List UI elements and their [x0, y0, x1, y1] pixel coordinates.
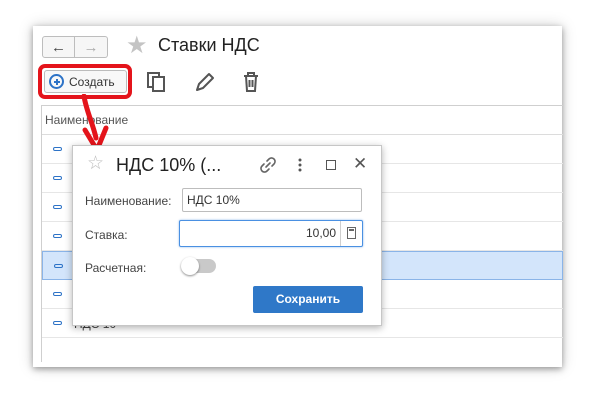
pencil-icon[interactable]	[193, 70, 215, 94]
calculated-label: Расчетная:	[85, 261, 147, 275]
row-item-icon	[53, 321, 62, 325]
back-button[interactable]: ←	[42, 36, 75, 58]
more-menu-icon[interactable]	[295, 156, 305, 174]
copy-icon[interactable]	[145, 70, 167, 94]
row-item-icon	[53, 292, 62, 296]
calculated-toggle[interactable]	[181, 257, 216, 275]
rate-field[interactable]: 10,00	[179, 220, 363, 247]
favorite-star-icon[interactable]: ☆	[87, 152, 104, 176]
save-button[interactable]: Сохранить	[253, 286, 363, 313]
row-item-icon	[53, 147, 62, 151]
toggle-knob	[181, 257, 199, 275]
page-title: Ставки НДС	[158, 35, 260, 55]
rate-value: 10,00	[305, 226, 336, 240]
column-header-name[interactable]: Наименование	[42, 106, 563, 135]
forward-button[interactable]: →	[75, 36, 108, 58]
link-icon[interactable]	[259, 156, 277, 174]
row-item-icon	[53, 176, 62, 180]
create-button-label: Создать	[69, 74, 115, 89]
name-field[interactable]: НДС 10%	[182, 188, 362, 212]
close-icon[interactable]: ✕	[353, 154, 367, 174]
row-item-icon	[54, 264, 63, 268]
dialog-title: НДС 10% (...	[116, 155, 222, 175]
plus-circle-icon	[49, 74, 64, 89]
name-label: Наименование:	[85, 194, 172, 208]
calculator-icon[interactable]	[340, 221, 362, 246]
vat-rate-dialog: ☆ НДС 10% (... ✕ Наименование: НДС 10% С…	[72, 145, 382, 326]
favorite-star-icon[interactable]: ★	[126, 33, 148, 59]
row-item-icon	[53, 234, 62, 238]
maximize-icon[interactable]	[326, 160, 336, 170]
rate-label: Ставка:	[85, 228, 128, 242]
arrow-right-icon: →	[83, 38, 99, 56]
trash-icon[interactable]	[240, 70, 262, 94]
create-button[interactable]: Создать	[44, 70, 127, 93]
arrow-left-icon: ←	[51, 38, 66, 56]
row-item-icon	[53, 205, 62, 209]
